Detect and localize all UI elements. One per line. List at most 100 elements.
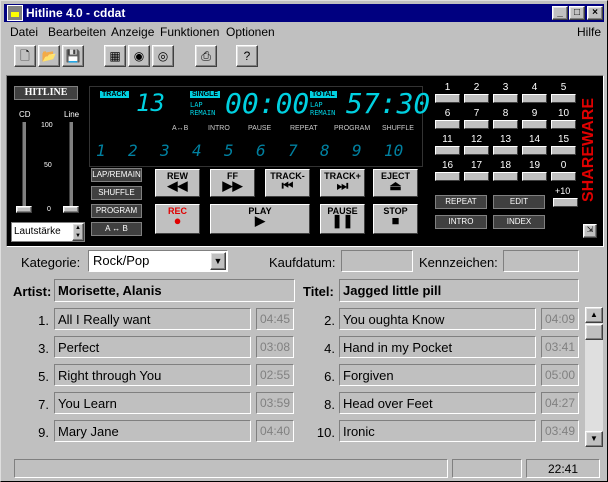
ab-repeat-button[interactable]: A ↔ B xyxy=(91,222,142,236)
scroll-down-icon[interactable]: ▼ xyxy=(585,431,603,447)
ff-button[interactable]: FF ▶▶ xyxy=(210,169,255,197)
rec-button[interactable]: REC ● xyxy=(155,204,200,234)
num-button[interactable] xyxy=(551,120,576,129)
cd-slider-handle[interactable] xyxy=(16,206,32,213)
num-button[interactable] xyxy=(551,146,576,155)
edit-button[interactable]: EDIT xyxy=(493,195,545,209)
repeat-button[interactable]: REPEAT xyxy=(435,195,487,209)
track-title[interactable]: Perfect xyxy=(54,336,251,358)
line-slider-track xyxy=(69,122,73,212)
num-button[interactable] xyxy=(464,94,489,103)
num-button[interactable] xyxy=(435,146,460,155)
record-icon: ● xyxy=(173,213,182,228)
num-label: 0 xyxy=(560,160,567,171)
scroll-thumb[interactable] xyxy=(585,324,603,340)
menu-optionen[interactable]: Optionen xyxy=(226,25,275,39)
track-title[interactable]: Right through You xyxy=(54,364,251,386)
menu-bearbeiten[interactable]: Bearbeiten xyxy=(48,25,106,39)
num-label: 18 xyxy=(499,160,512,171)
num-button[interactable] xyxy=(493,120,518,129)
line-slider-handle[interactable] xyxy=(63,206,79,213)
volume-spin-icon[interactable]: ▲ ▼ xyxy=(72,223,84,241)
track-prev-button[interactable]: TRACK- ⏮ xyxy=(265,169,310,197)
scrollbar[interactable]: ▲ ▼ xyxy=(585,307,603,447)
menu-anzeige[interactable]: Anzeige xyxy=(111,25,154,39)
kennzeichen-field[interactable] xyxy=(503,250,579,272)
kaufdatum-field[interactable] xyxy=(341,250,413,272)
num-button[interactable] xyxy=(464,172,489,181)
num-button[interactable] xyxy=(464,146,489,155)
scroll-up-icon[interactable]: ▲ xyxy=(585,307,603,323)
open-folder-icon[interactable]: 📂 xyxy=(38,45,60,67)
title-bar[interactable]: Hitline 4.0 - cddat _ □ × xyxy=(4,4,604,22)
resize-icon[interactable]: ⇲ xyxy=(583,224,597,238)
shuffle-button[interactable]: SHUFFLE xyxy=(91,186,142,200)
eject-button[interactable]: EJECT ⏏ xyxy=(373,169,418,197)
indicator-intro: INTRO xyxy=(208,125,230,132)
track-duration: 03:08 xyxy=(256,336,294,358)
num-button[interactable] xyxy=(493,172,518,181)
toolbar: 🗋 📂 💾 ▦ ◉ ◎ ⎙ ? xyxy=(4,43,604,71)
track-title[interactable]: Forgiven xyxy=(339,364,536,386)
index-button[interactable]: INDEX xyxy=(493,215,545,229)
new-file-icon[interactable]: 🗋 xyxy=(14,45,36,67)
rew-button[interactable]: REW ◀◀ xyxy=(155,169,200,197)
database-icon[interactable]: ▦ xyxy=(104,45,126,67)
num-button[interactable] xyxy=(522,146,547,155)
stop-button[interactable]: STOP ■ xyxy=(373,204,418,234)
num-button[interactable] xyxy=(435,94,460,103)
close-button[interactable]: × xyxy=(587,6,603,20)
help-icon[interactable]: ? xyxy=(236,45,258,67)
app-icon[interactable] xyxy=(7,5,23,21)
menu-hilfe[interactable]: Hilfe xyxy=(577,25,601,39)
save-icon[interactable]: 💾 xyxy=(62,45,84,67)
num-button[interactable] xyxy=(551,94,576,103)
print-icon[interactable]: ⎙ xyxy=(195,45,217,67)
num-button[interactable] xyxy=(522,172,547,181)
num-button[interactable] xyxy=(493,94,518,103)
pause-button[interactable]: PAUSE ❚❚ xyxy=(320,204,365,234)
titel-field[interactable]: Jagged little pill xyxy=(339,279,579,302)
num-button[interactable] xyxy=(435,120,460,129)
num-label: 11 xyxy=(442,134,453,145)
track-title[interactable]: You oughta Know xyxy=(339,308,536,330)
track-title[interactable]: Head over Feet xyxy=(339,392,536,414)
track-title[interactable]: All I Really want xyxy=(54,308,251,330)
num-label: 12 xyxy=(470,134,483,145)
program-button[interactable]: PROGRAM xyxy=(91,204,142,218)
track-number: 7. xyxy=(38,397,49,412)
shareware-banner: SHAREWARE xyxy=(580,98,597,203)
num-label: 5 xyxy=(560,82,567,93)
cd-copy-icon[interactable]: ◎ xyxy=(152,45,174,67)
track-title[interactable]: You Learn xyxy=(54,392,251,414)
track-number: 5. xyxy=(38,369,49,384)
lap-remain-button[interactable]: LAP/REMAIN xyxy=(91,168,142,182)
minimize-button[interactable]: _ xyxy=(552,6,568,20)
num-button[interactable] xyxy=(522,120,547,129)
volume-select[interactable]: Lautstärke ▲ ▼ xyxy=(11,222,85,242)
num-button[interactable] xyxy=(435,172,460,181)
artist-field[interactable]: Morisette, Alanis xyxy=(54,279,295,302)
chevron-down-icon[interactable]: ▼ xyxy=(210,252,226,270)
track-next-button[interactable]: TRACK+ ⏭ xyxy=(320,169,365,197)
menu-datei[interactable]: Datei xyxy=(10,25,38,39)
kategorie-select[interactable]: Rock/Pop ▼ xyxy=(88,250,228,272)
plus10-button[interactable] xyxy=(553,198,578,207)
intro-button[interactable]: INTRO xyxy=(435,215,487,229)
track-number: 9. xyxy=(38,425,49,440)
num-button[interactable] xyxy=(522,94,547,103)
track-title[interactable]: Mary Jane xyxy=(54,420,251,442)
pause-icon: ❚❚ xyxy=(331,213,354,228)
num-button[interactable] xyxy=(551,172,576,181)
num-button[interactable] xyxy=(464,120,489,129)
maximize-button[interactable]: □ xyxy=(569,6,585,20)
track-tag: TRACK xyxy=(100,91,129,98)
num-label: 15 xyxy=(557,134,570,145)
menu-funktionen[interactable]: Funktionen xyxy=(160,25,219,39)
num-button[interactable] xyxy=(493,146,518,155)
track-title[interactable]: Hand in my Pocket xyxy=(339,336,536,358)
track-title[interactable]: Ironic xyxy=(339,420,536,442)
cd-icon[interactable]: ◉ xyxy=(128,45,150,67)
number-pad: 1 2 3 4 5 6 7 8 9 10 11 12 13 14 15 16 17 18 19 0 xyxy=(435,82,576,192)
play-button[interactable]: PLAY ▶ xyxy=(210,204,310,234)
